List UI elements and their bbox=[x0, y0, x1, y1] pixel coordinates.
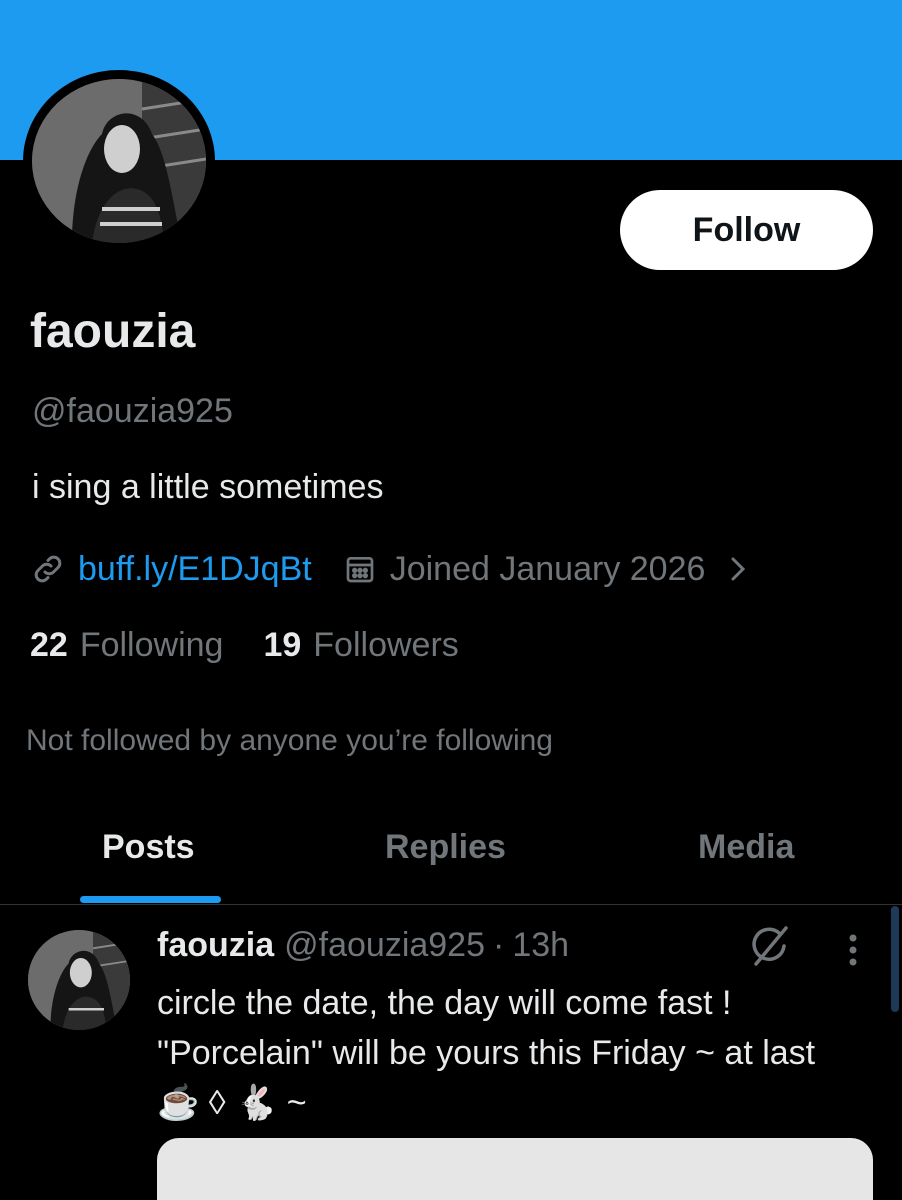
post-separator: · bbox=[493, 926, 505, 964]
profile-stats: 22 Following 19 Followers bbox=[30, 626, 499, 665]
following-count[interactable]: 22 bbox=[30, 626, 68, 665]
active-tab-indicator bbox=[80, 896, 221, 903]
following-label[interactable]: Following bbox=[80, 626, 224, 665]
grok-icon[interactable] bbox=[748, 924, 792, 968]
followers-label[interactable]: Followers bbox=[313, 626, 458, 665]
more-vertical-icon[interactable] bbox=[840, 930, 866, 970]
post-timestamp[interactable]: 13h bbox=[512, 926, 569, 965]
tab-replies[interactable]: Replies bbox=[385, 828, 506, 867]
followers-count[interactable]: 19 bbox=[263, 626, 301, 665]
post-author-name[interactable]: faouzia bbox=[157, 926, 274, 965]
calendar-icon bbox=[344, 553, 376, 585]
tab-media[interactable]: Media bbox=[698, 828, 794, 867]
post-author-handle[interactable]: @faouzia925 bbox=[284, 926, 485, 965]
profile-bio: i sing a little sometimes bbox=[32, 468, 384, 506]
profile-meta-row: buff.ly/E1DJqBt Joined January 2026 bbox=[30, 546, 749, 592]
mutual-followers-text: Not followed by anyone you’re following bbox=[26, 724, 553, 757]
profile-link[interactable]: buff.ly/E1DJqBt bbox=[78, 550, 312, 589]
post-author-avatar[interactable] bbox=[28, 930, 130, 1030]
tab-posts[interactable]: Posts bbox=[102, 828, 195, 867]
profile-handle: @faouzia925 bbox=[32, 392, 233, 430]
follow-button[interactable]: Follow bbox=[620, 190, 873, 270]
scrollbar[interactable] bbox=[891, 906, 899, 1012]
link-icon bbox=[30, 551, 66, 587]
profile-tabs: Posts Replies Media bbox=[0, 800, 902, 905]
post-media-card[interactable] bbox=[157, 1138, 873, 1200]
profile-display-name: faouzia bbox=[30, 305, 196, 358]
post-text: circle the date, the day will come fast … bbox=[157, 984, 816, 1122]
chevron-right-icon[interactable] bbox=[727, 554, 749, 584]
post-header: faouzia @faouzia925 · 13h bbox=[157, 926, 569, 965]
joined-date: Joined January 2026 bbox=[389, 549, 706, 588]
profile-avatar[interactable] bbox=[32, 79, 206, 243]
